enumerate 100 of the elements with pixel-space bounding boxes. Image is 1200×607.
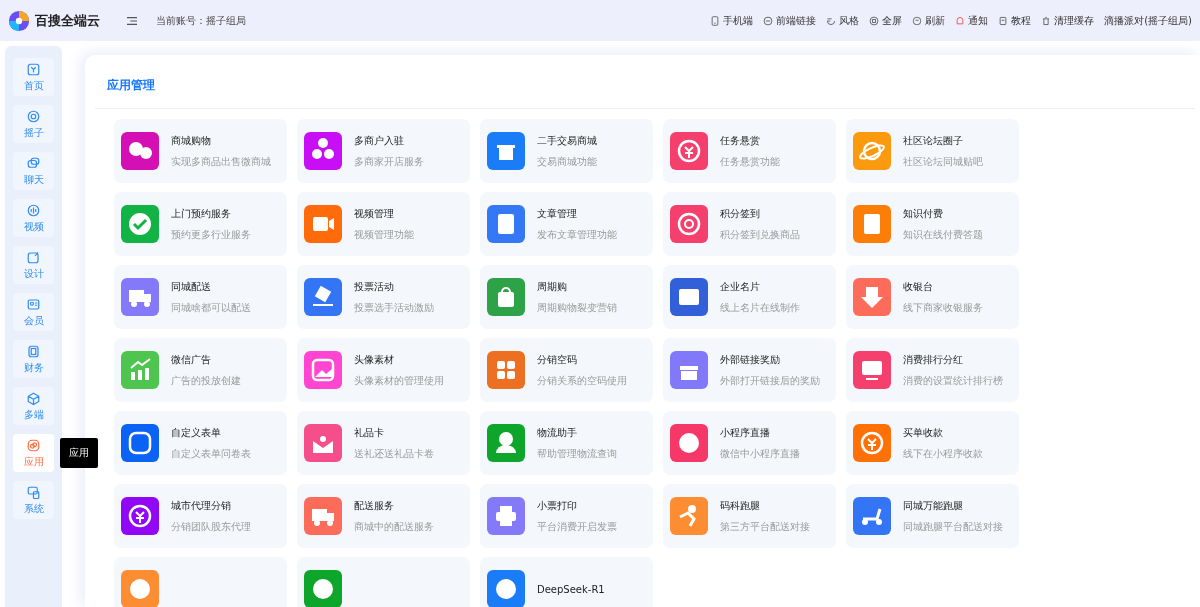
user-menu[interactable]: 滴播派对(摇子组局) — [1104, 13, 1192, 28]
app-card[interactable]: 买单收款 线下在小程序收款 — [846, 411, 1019, 475]
app-card[interactable]: 上门预约服务 预约更多行业服务 — [114, 192, 287, 256]
phone-icon — [710, 15, 721, 26]
app-card[interactable]: 码科跑腿 第三方平台配送对接 — [663, 484, 836, 548]
app-title: 自定义表单 — [171, 425, 222, 440]
app-description: 投票选手活动激励 — [354, 300, 434, 315]
app-card[interactable]: 分销空码 分销关系的空码使用 — [480, 338, 653, 402]
bell-icon — [955, 15, 966, 26]
target-icon — [26, 108, 41, 124]
app-card[interactable]: 二手交易商城 交易商城功能 — [480, 119, 653, 183]
trash-icon — [1041, 15, 1052, 26]
toolbar-link[interactable]: 前端链接 — [763, 13, 817, 28]
app-description: 分销关系的空码使用 — [537, 373, 627, 388]
toolbar-link[interactable]: 教程 — [998, 13, 1032, 28]
app-title: 外部链接奖励 — [720, 352, 781, 367]
app-title: 文章管理 — [537, 206, 578, 221]
app-card[interactable]: 知识付费 知识在线付费答题 — [846, 192, 1019, 256]
app-card[interactable]: 多商户入驻 多商家开店服务 — [297, 119, 470, 183]
toolbar-link[interactable]: 手机端 — [710, 13, 754, 28]
brand-name: 百搜全端云 — [35, 11, 100, 30]
app-card[interactable]: 小程序直播 微信中小程序直播 — [663, 411, 836, 475]
app-title: 视频管理 — [354, 206, 395, 221]
app-description: 线下商家收银服务 — [903, 300, 983, 315]
app-title: 知识付费 — [903, 206, 944, 221]
app-description: 同城跑腿平台配送对接 — [903, 519, 1003, 534]
app-card[interactable]: 配送服务 商城中的配送服务 — [297, 484, 470, 548]
sound-wave-icon — [26, 202, 41, 218]
account-label: 当前账号：摇子组局 — [156, 13, 246, 28]
app-description: 视频管理功能 — [354, 227, 414, 242]
app-card[interactable]: 小票打印 平台消费开启发票 — [480, 484, 653, 548]
app-description: 第三方平台配送对接 — [720, 519, 810, 534]
app-card[interactable]: 消费排行分红 消费的设置统计排行榜 — [846, 338, 1019, 402]
app-card[interactable]: 物流助手 帮助管理物流查询 — [480, 411, 653, 475]
app-title: 同城万能跑腿 — [903, 498, 964, 513]
app-card[interactable]: 头像素材 头像素材的管理使用 — [297, 338, 470, 402]
app-card[interactable]: 商城购物 实现多商品出售微商城 — [114, 119, 287, 183]
menu-icon[interactable] — [126, 15, 138, 26]
app-description: 多商家开店服务 — [354, 154, 424, 169]
app-card[interactable]: 任务悬赏 任务悬赏功能 — [663, 119, 836, 183]
app-card[interactable]: DeepSeek-R1 — [480, 557, 653, 607]
app-description: 自定义表单问卷表 — [171, 446, 251, 461]
app-description: 线上名片在线制作 — [720, 300, 800, 315]
app-card[interactable] — [114, 557, 287, 607]
page-title: 应用管理 — [107, 77, 156, 94]
home-icon — [26, 61, 41, 77]
app-card[interactable]: 同城配送 同城啥都可以配送 — [114, 265, 287, 329]
app-title: 企业名片 — [720, 279, 761, 294]
app-description: 消费的设置统计排行榜 — [903, 373, 1003, 388]
app-title: 投票活动 — [354, 279, 395, 294]
app-card[interactable]: 企业名片 线上名片在线制作 — [663, 265, 836, 329]
app-title: 城市代理分销 — [171, 498, 232, 513]
app-card[interactable]: 外部链接奖励 外部打开链接后的奖励 — [663, 338, 836, 402]
app-description: 同城啥都可以配送 — [171, 300, 251, 315]
app-card[interactable]: 投票活动 投票选手活动激励 — [297, 265, 470, 329]
app-description: 分销团队股东代理 — [171, 519, 251, 534]
app-description: 周期购物裂变营销 — [537, 300, 617, 315]
app-card[interactable]: 自定义表单 自定义表单问卷表 — [114, 411, 287, 475]
id-card-icon — [26, 296, 41, 312]
app-description: 平台消费开启发票 — [537, 519, 617, 534]
app-card[interactable]: 同城万能跑腿 同城跑腿平台配送对接 — [846, 484, 1019, 548]
cube-icon — [26, 390, 41, 406]
tooltip: 应用 — [60, 438, 98, 468]
chat-icon — [26, 155, 41, 171]
app-title: 买单收款 — [903, 425, 944, 440]
app-title: 同城配送 — [171, 279, 212, 294]
app-title: 多商户入驻 — [354, 133, 405, 148]
screens-icon — [26, 484, 41, 500]
toolbar-link[interactable]: 全屏 — [869, 13, 903, 28]
app-title: 任务悬赏 — [720, 133, 761, 148]
app-description: 知识在线付费答题 — [903, 227, 983, 242]
app-title: 社区论坛圈子 — [903, 133, 964, 148]
app-card[interactable] — [297, 557, 470, 607]
app-card[interactable]: 视频管理 视频管理功能 — [297, 192, 470, 256]
toolbar-link[interactable]: 风格 — [826, 13, 860, 28]
app-description: 任务悬赏功能 — [720, 154, 780, 169]
app-card[interactable]: 城市代理分销 分销团队股东代理 — [114, 484, 287, 548]
app-title: 头像素材 — [354, 352, 395, 367]
app-card[interactable]: 文章管理 发布文章管理功能 — [480, 192, 653, 256]
app-card[interactable]: 社区论坛圈子 社区论坛同城贴吧 — [846, 119, 1019, 183]
app-title: 商城购物 — [171, 133, 212, 148]
app-title: 码科跑腿 — [720, 498, 761, 513]
app-description: 头像素材的管理使用 — [354, 373, 444, 388]
app-description: 帮助管理物流查询 — [537, 446, 617, 461]
brush-icon — [26, 249, 41, 265]
app-card[interactable]: 微信广告 广告的投放创建 — [114, 338, 287, 402]
app-card[interactable]: 周期购 周期购物裂变营销 — [480, 265, 653, 329]
app-title: DeepSeek-R1 — [537, 583, 605, 595]
toolbar-link[interactable]: 清理缓存 — [1041, 13, 1095, 28]
app-title: 微信广告 — [171, 352, 212, 367]
app-card[interactable]: 礼品卡 送礼还送礼品卡卷 — [297, 411, 470, 475]
app-card[interactable]: 收银台 线下商家收银服务 — [846, 265, 1019, 329]
toolbar-link[interactable]: 通知 — [955, 13, 989, 28]
app-card[interactable]: 积分签到 积分签到兑换商品 — [663, 192, 836, 256]
app-description: 发布文章管理功能 — [537, 227, 617, 242]
app-title: 小票打印 — [537, 498, 578, 513]
app-title: 小程序直播 — [720, 425, 771, 440]
toolbar-link[interactable]: 刷新 — [912, 13, 946, 28]
app-description: 送礼还送礼品卡卷 — [354, 446, 434, 461]
app-description: 线下在小程序收款 — [903, 446, 983, 461]
